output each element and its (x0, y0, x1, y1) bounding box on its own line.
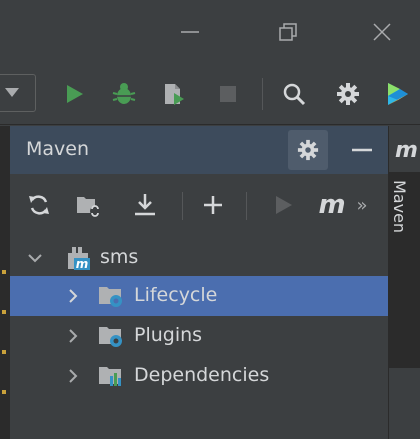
debug-button[interactable] (106, 76, 142, 112)
more-actions-button[interactable]: » (350, 188, 374, 222)
more-icon: » (356, 194, 368, 216)
ide-window: Maven m » m sms Lifecycle Plugins Depend… (0, 0, 420, 439)
tree-node-label: Plugins (134, 324, 203, 346)
add-maven-project-button[interactable] (196, 188, 230, 222)
tree-node-label: Dependencies (134, 364, 270, 386)
tree-node-dependencies[interactable]: Dependencies (10, 356, 388, 396)
execute-maven-goal-icon: m (318, 190, 346, 220)
maven-project-icon: m (68, 247, 90, 270)
settings-icon (337, 83, 359, 105)
lifecycle-folder-icon (99, 287, 122, 307)
reload-icon (29, 195, 49, 215)
coverage-icon (165, 84, 184, 105)
maven-tool-tab[interactable]: Maven (389, 172, 420, 368)
gear-icon (297, 139, 319, 161)
chevron-right-icon[interactable] (64, 327, 82, 345)
restore-icon (279, 23, 297, 41)
run-with-coverage-button[interactable] (156, 76, 192, 112)
maven-panel-header: Maven (10, 126, 390, 174)
run-configuration-dropdown[interactable] (0, 74, 36, 112)
tree-node-sms[interactable]: m sms (10, 238, 388, 278)
search-icon (283, 83, 306, 106)
plugins-folder-icon (99, 327, 122, 347)
tree-node-plugins[interactable]: Plugins (10, 316, 388, 356)
chevron-right-icon[interactable] (64, 287, 82, 305)
gutter-marker (2, 310, 6, 314)
close-button[interactable] (362, 14, 402, 50)
tree-node-label: sms (100, 246, 139, 268)
close-icon (373, 23, 391, 41)
plugin-button[interactable] (380, 76, 416, 112)
stop-icon (220, 86, 236, 102)
run-maven-goal-icon (276, 196, 292, 214)
generate-sources-button[interactable] (72, 188, 106, 222)
tree-node-label: Lifecycle (134, 284, 218, 306)
download-sources-button[interactable] (128, 188, 162, 222)
debug-icon (112, 83, 136, 104)
chevron-down-icon (5, 88, 19, 97)
tree-node-lifecycle[interactable]: Lifecycle (10, 276, 388, 316)
download-icon (135, 194, 155, 216)
maven-tab-label: Maven (390, 180, 409, 234)
maven-strip-icon[interactable]: m (395, 138, 418, 163)
stop-button[interactable] (210, 76, 246, 112)
gutter-marker (2, 270, 6, 274)
editor-gutter-edge (0, 126, 8, 439)
run-icon (67, 85, 83, 103)
toolbar-separator (262, 78, 263, 110)
add-icon (204, 196, 222, 214)
execute-maven-goal-button[interactable]: m (310, 188, 354, 222)
minimize-button[interactable] (170, 14, 210, 50)
settings-button[interactable] (330, 76, 366, 112)
run-button[interactable] (56, 76, 92, 112)
run-maven-build-button[interactable] (266, 188, 300, 222)
main-toolbar (0, 62, 420, 125)
search-everywhere-button[interactable] (276, 76, 312, 112)
minimize-icon (181, 31, 199, 33)
toolbar-separator (246, 192, 247, 220)
gutter-marker (2, 390, 6, 394)
reload-projects-button[interactable] (22, 188, 56, 222)
dependencies-folder-icon (99, 367, 121, 386)
minimize-panel-icon (352, 148, 372, 152)
toolbar-separator (182, 192, 183, 220)
chevron-down-icon[interactable] (26, 249, 44, 267)
restore-button[interactable] (268, 14, 308, 50)
chevron-right-icon[interactable] (64, 367, 82, 385)
generate-sources-icon (77, 197, 100, 217)
panel-options-button[interactable] (288, 130, 328, 170)
right-tool-strip: m Maven (388, 126, 420, 439)
plugin-logo-icon (388, 83, 408, 105)
maven-toolbar: m » (10, 174, 390, 236)
maven-tool-window: Maven m » m sms Lifecycle Plugins Depend… (8, 126, 390, 439)
title-bar (0, 0, 420, 62)
panel-title: Maven (26, 138, 90, 160)
gutter-marker (2, 350, 6, 354)
svg-text:m: m (76, 257, 89, 270)
hide-panel-button[interactable] (344, 130, 380, 170)
